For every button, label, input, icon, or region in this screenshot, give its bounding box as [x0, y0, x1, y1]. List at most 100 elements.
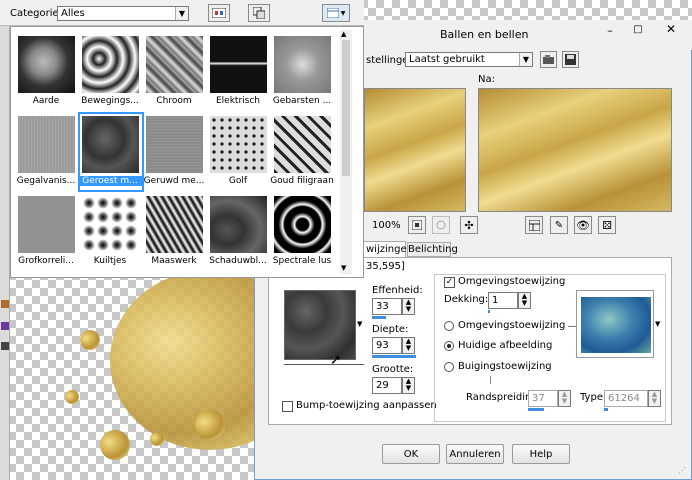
- save-preset-icon[interactable]: [562, 51, 579, 68]
- zoom-out-icon-glyph: [436, 220, 446, 230]
- diepte-field[interactable]: 93 ▲ ▼: [372, 337, 416, 358]
- thumbnail-6[interactable]: [82, 116, 139, 173]
- thumbnail-2[interactable]: [146, 36, 203, 93]
- thumbnail-3[interactable]: [210, 36, 267, 93]
- thumbnail-label: Spectrale lus: [272, 256, 332, 266]
- ok-button[interactable]: OK: [382, 444, 440, 464]
- environment-map-preview[interactable]: [576, 290, 654, 358]
- category-select[interactable]: Alles ▼: [57, 6, 189, 21]
- scroll-up-icon[interactable]: ▲: [341, 30, 346, 38]
- dekking-label: Dekking:: [444, 294, 489, 305]
- help-button[interactable]: Help: [512, 444, 570, 464]
- after-label: Na:: [478, 74, 495, 85]
- type-slider[interactable]: [604, 408, 608, 411]
- spinner-icon[interactable]: ▲ ▼: [518, 292, 531, 309]
- radio-huidige[interactable]: [444, 341, 454, 351]
- randspreiding-field[interactable]: 37 ▲ ▼: [528, 390, 571, 411]
- tab-light[interactable]: Belichting: [407, 242, 458, 257]
- thumbnail-9[interactable]: [274, 116, 331, 173]
- grootte-field[interactable]: 29 ▲ ▼: [372, 377, 415, 394]
- randspreiding-slider[interactable]: [528, 408, 544, 411]
- thumbnail-0[interactable]: [18, 36, 75, 93]
- thumbnail-12[interactable]: [146, 196, 203, 253]
- spinner-icon[interactable]: ▲ ▼: [648, 390, 661, 407]
- settings-select[interactable]: Laatst gebruikt ▼: [405, 52, 533, 67]
- grid-icon: [326, 8, 339, 18]
- thumbnail-7[interactable]: [146, 116, 203, 173]
- category-label: Categorie:: [10, 8, 63, 19]
- environment-map-image: [581, 297, 651, 353]
- thumbnail-label: Elektrisch: [215, 96, 260, 106]
- mouse-cursor-icon: ➚: [330, 352, 342, 368]
- thumbnail-14[interactable]: [274, 196, 331, 253]
- omgeving-check-label: Omgevingstoewijzing: [458, 276, 566, 287]
- copy-icon[interactable]: [248, 4, 270, 22]
- material-dropdown-icon[interactable]: ▼: [357, 320, 362, 328]
- randomize-icon[interactable]: ⚄: [598, 216, 616, 234]
- pen-tool-icon[interactable]: [1, 322, 9, 330]
- spinner-icon[interactable]: ▲ ▼: [402, 298, 415, 315]
- chevron-down-icon: ▼: [340, 9, 346, 17]
- auto-proof-icon[interactable]: ✎: [550, 216, 568, 234]
- tab-maps[interactable]: wijzingen: [362, 241, 413, 258]
- diepte-slider[interactable]: [372, 355, 416, 358]
- material-swatch[interactable]: [284, 290, 356, 360]
- line-tool-icon[interactable]: [1, 342, 9, 350]
- effenheid-slider[interactable]: [372, 316, 386, 319]
- proof-icon[interactable]: [525, 216, 543, 234]
- dekking-slider[interactable]: [488, 310, 490, 313]
- effenheid-field[interactable]: 33 ▲ ▼: [372, 298, 415, 319]
- dekking-field[interactable]: 1 ▲ ▼: [488, 292, 531, 313]
- diepte-label: Diepte:: [372, 324, 409, 335]
- texture-browse-icon[interactable]: [208, 4, 230, 22]
- zoom-in-icon-glyph: [412, 220, 422, 230]
- after-preview: [478, 88, 672, 212]
- view-mode-icon[interactable]: ▼: [322, 4, 350, 22]
- thumbnail-13[interactable]: [210, 196, 267, 253]
- scroll-thumb[interactable]: [342, 40, 350, 176]
- type-label: Type: [580, 392, 603, 403]
- preset-load-icon[interactable]: [540, 51, 557, 68]
- brush-tool-icon[interactable]: [1, 300, 9, 308]
- spinner-icon[interactable]: ▲ ▼: [402, 337, 415, 354]
- radio-omgeving[interactable]: [444, 321, 454, 331]
- bump-checkbox[interactable]: [282, 401, 293, 412]
- bump-label: Bump-toewijzing aanpassen: [296, 400, 437, 411]
- scroll-down-icon[interactable]: ▼: [341, 264, 346, 272]
- thumbnail-10[interactable]: [18, 196, 75, 253]
- floppy-icon: [565, 54, 576, 65]
- thumbnail-label: Chroom: [156, 96, 192, 106]
- zoom-out-icon[interactable]: [432, 216, 450, 234]
- thumbnail-5[interactable]: [18, 116, 75, 173]
- radio-omgeving-label: Omgevingstoewijzing: [458, 320, 566, 331]
- chevron-down-icon: ▼: [175, 7, 188, 20]
- zoom-in-icon[interactable]: [408, 216, 426, 234]
- thumbnail-1[interactable]: [82, 36, 139, 93]
- minimize-button[interactable]: –: [600, 24, 620, 38]
- type-field[interactable]: 61264 ▲ ▼: [604, 390, 661, 411]
- tools-toolbar: [0, 0, 10, 480]
- move-icon[interactable]: ✣: [460, 216, 478, 234]
- spinner-icon[interactable]: ▲ ▼: [402, 377, 415, 394]
- thumbnail-11[interactable]: [82, 196, 139, 253]
- dialog-title: Ballen en bellen: [440, 28, 529, 41]
- resize-grip-icon[interactable]: ⋰: [678, 466, 686, 475]
- diepte-value: 93: [376, 340, 389, 351]
- type-value: 61264: [608, 393, 640, 404]
- environment-map-dropdown-icon[interactable]: ▼: [655, 320, 660, 328]
- eye-icon[interactable]: 👁: [574, 216, 592, 234]
- preset-load-icon-glyph: [543, 55, 554, 64]
- maximize-button[interactable]: □: [628, 24, 648, 38]
- thumbnail-label: Bewegings...: [81, 96, 139, 106]
- omgeving-checkbox[interactable]: ✓: [444, 277, 455, 288]
- spinner-icon[interactable]: ▲ ▼: [558, 390, 571, 407]
- canvas-small-bubble: [195, 410, 225, 440]
- radio-omgeving-line: [568, 326, 576, 327]
- close-button[interactable]: ✕: [656, 22, 686, 40]
- radio-buiging[interactable]: [444, 362, 454, 372]
- cancel-button[interactable]: Annuleren: [446, 444, 504, 464]
- thumbnail-4[interactable]: [274, 36, 331, 93]
- thumbnail-8[interactable]: [210, 116, 267, 173]
- copy-icon-glyph: [253, 7, 265, 19]
- settings-value: Laatst gebruikt: [409, 54, 485, 65]
